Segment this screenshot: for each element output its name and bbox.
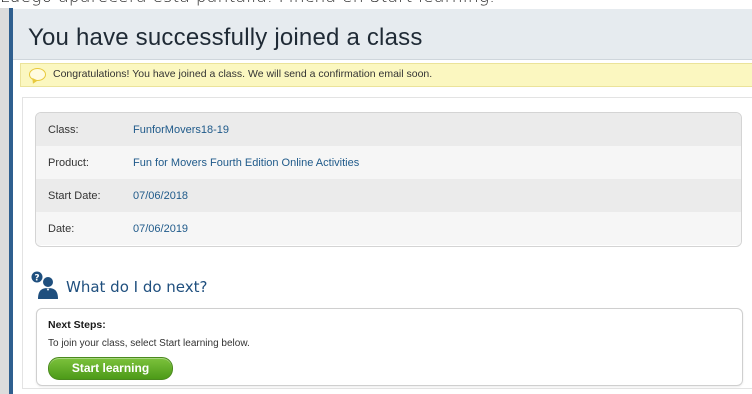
next-steps-box: Next Steps: To join your class, select S… <box>36 308 743 386</box>
page-header: You have successfully joined a class <box>13 9 752 60</box>
details-row-date: Date: 07/06/2019 <box>36 212 741 245</box>
details-row-class: Class: FunforMovers18-19 <box>36 113 741 146</box>
svg-text:?: ? <box>34 274 39 284</box>
details-value: FunforMovers18-19 <box>133 123 229 136</box>
details-row-product: Product: Fun for Movers Fourth Edition O… <box>36 146 741 179</box>
left-accent-bar <box>9 8 13 394</box>
next-section-title: What do I do next? <box>66 278 208 296</box>
details-value: 07/06/2018 <box>133 189 189 202</box>
details-label: Product: <box>48 156 89 169</box>
next-steps-text: To join your class, select Start learnin… <box>48 338 250 349</box>
details-label: Start Date: <box>48 189 101 202</box>
speech-bubble-icon <box>29 68 46 81</box>
details-value: Fun for Movers Fourth Edition Online Act… <box>133 156 360 169</box>
confirmation-notice: Congratulations! You have joined a class… <box>20 63 752 87</box>
details-value: 07/06/2019 <box>133 222 189 235</box>
left-strip <box>0 8 9 394</box>
next-steps-heading: Next Steps: <box>48 319 106 331</box>
question-person-icon: ? <box>31 271 58 299</box>
start-learning-button[interactable]: Start learning <box>48 357 173 380</box>
details-label: Date: <box>48 222 75 235</box>
page-title: You have successfully joined a class <box>28 24 423 51</box>
details-row-start-date: Start Date: 07/06/2018 <box>36 179 741 212</box>
notice-message: Congratulations! You have joined a class… <box>53 68 433 80</box>
details-label: Class: <box>48 123 79 136</box>
class-details-table: Class: FunforMovers18-19 Product: Fun fo… <box>35 112 742 247</box>
top-caption: Luego aparecerá esta pantalla. Pincha en… <box>0 0 752 9</box>
